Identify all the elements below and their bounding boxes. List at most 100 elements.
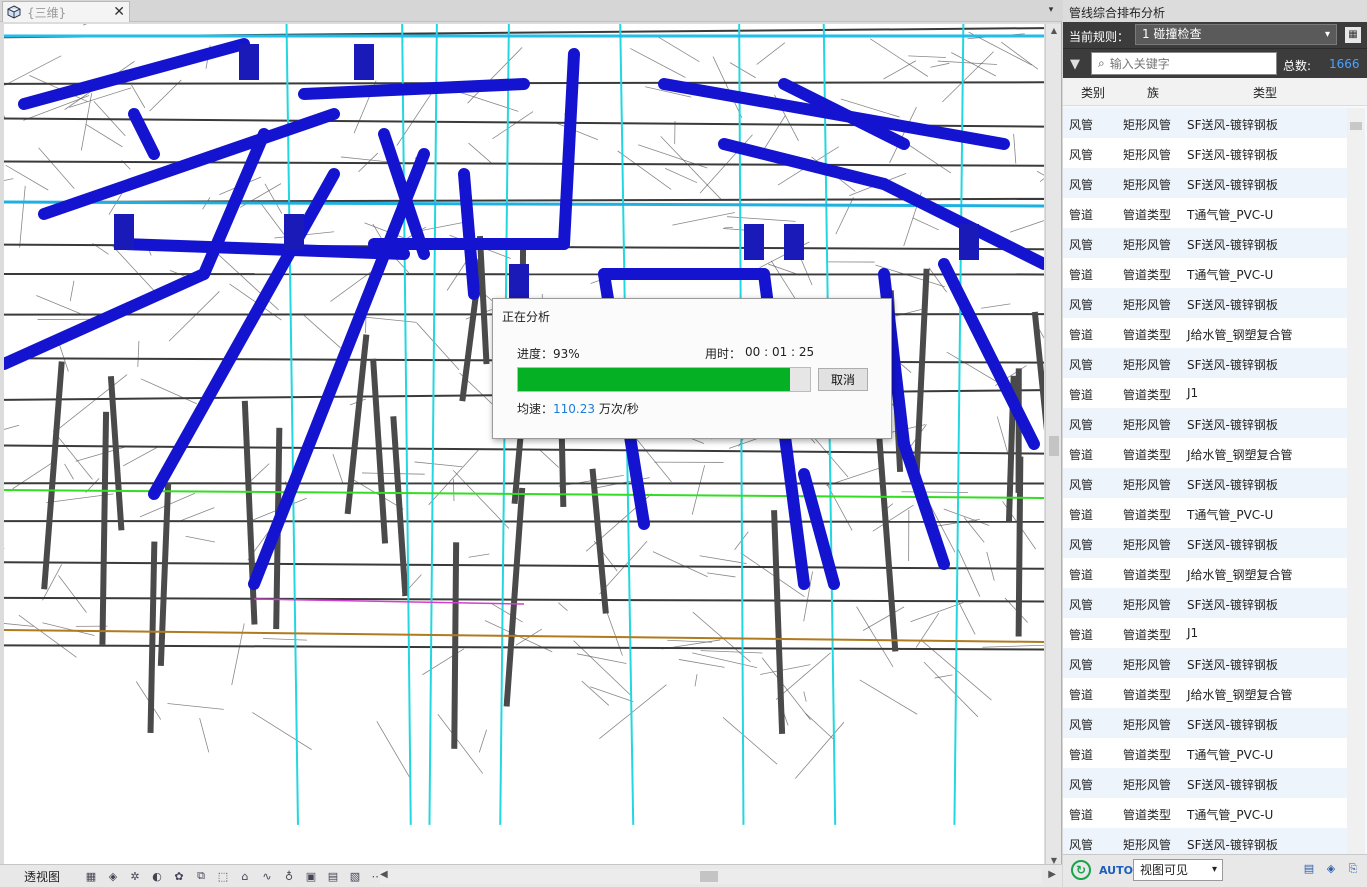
table-row[interactable]: 风管 矩形风管 SF送风-镀锌钢板 <box>1063 648 1347 678</box>
analysis-display-icon[interactable]: ▣ <box>302 869 320 883</box>
truss-member <box>19 185 26 248</box>
truss-member <box>761 657 811 720</box>
horizontal-scrollbar[interactable]: ◀ ▶ <box>380 869 1056 884</box>
elapsed-time-value: 00 : 01 : 25 <box>745 345 815 359</box>
table-row[interactable]: 风管 矩形风管 SF送风-镀锌钢板 <box>1063 528 1347 558</box>
keyword-search-input[interactable]: ⌕ 输入关键字 <box>1091 52 1277 75</box>
visual-style-icon[interactable]: ◈ <box>104 869 122 883</box>
table-row[interactable]: 风管 矩形风管 SF送风-镀锌钢板 <box>1063 108 1347 138</box>
table-row[interactable]: 风管 矩形风管 SF送风-镀锌钢板 <box>1063 828 1347 854</box>
table-row[interactable]: 风管 矩形风管 SF送风-镀锌钢板 <box>1063 768 1347 798</box>
3d-viewport[interactable] <box>4 24 1044 867</box>
table-row[interactable]: 管道 管道类型 T通气管_PVC-U <box>1063 258 1347 288</box>
truss-member <box>910 602 964 623</box>
table-row[interactable]: 风管 矩形风管 SF送风-镀锌钢板 <box>1063 708 1347 738</box>
lock-view-icon[interactable]: ⌂ <box>236 869 254 883</box>
truss-member <box>694 674 698 687</box>
table-row[interactable]: 风管 矩形风管 SF送风-镀锌钢板 <box>1063 288 1347 318</box>
table-row[interactable]: 管道 管道类型 J给水管_钢塑复合管 <box>1063 558 1347 588</box>
table-row[interactable]: 风管 矩形风管 SF送风-镀锌钢板 <box>1063 138 1347 168</box>
isolate-icon[interactable]: ▤ <box>1301 862 1317 878</box>
cell-category: 管道 <box>1069 808 1094 822</box>
truss-member <box>692 652 758 668</box>
sun-path-icon[interactable]: ✲ <box>126 869 144 883</box>
table-row[interactable]: 管道 管道类型 J给水管_钢塑复合管 <box>1063 438 1347 468</box>
truss-member <box>770 260 798 302</box>
list-scroll-thumb[interactable] <box>1350 122 1362 130</box>
filter-icon[interactable]: ▼ <box>1070 57 1080 72</box>
cell-family: 管道类型 <box>1123 448 1172 462</box>
chevron-down-icon[interactable]: ▾ <box>1046 5 1056 15</box>
cell-category: 风管 <box>1069 478 1094 492</box>
cancel-button[interactable]: 取消 <box>818 368 868 391</box>
duct-riser <box>959 224 979 260</box>
truss-member <box>617 150 672 190</box>
view-mode-label[interactable]: 透视图 <box>24 868 80 885</box>
table-row[interactable]: 风管 矩形风管 SF送风-镀锌钢板 <box>1063 468 1347 498</box>
scroll-up-icon[interactable]: ▲ <box>1049 26 1059 35</box>
table-row[interactable]: 风管 矩形风管 SF送风-镀锌钢板 <box>1063 228 1347 258</box>
cell-type: SF送风-镀锌钢板 <box>1187 718 1278 732</box>
truss-member <box>457 91 519 112</box>
cell-category: 管道 <box>1069 448 1094 462</box>
table-row[interactable]: 管道 管道类型 J1 <box>1063 378 1347 408</box>
truss-member <box>302 314 342 349</box>
rule-select-value: 1 碰撞检查 <box>1142 27 1202 41</box>
temp-hide-icon[interactable]: ∿ <box>258 869 276 883</box>
column <box>390 416 409 597</box>
select-elements-icon[interactable]: ◈ <box>1323 862 1339 878</box>
rule-select[interactable]: 1 碰撞检查 ▾ <box>1135 24 1337 45</box>
render-icon[interactable]: ✿ <box>170 869 188 883</box>
list-scrollbar[interactable] <box>1347 108 1365 854</box>
rule-settings-icon[interactable]: ▦ <box>1345 27 1361 43</box>
constraints-icon[interactable]: ▧ <box>346 869 364 883</box>
cell-category: 管道 <box>1069 328 1094 342</box>
visibility-select-value: 视图可见 <box>1140 863 1189 877</box>
search-icon: ⌕ <box>1098 56 1105 70</box>
cell-category: 风管 <box>1069 358 1094 372</box>
scroll-right-icon[interactable]: ▶ <box>1048 869 1056 880</box>
column-header-family[interactable]: 族 <box>1147 84 1159 101</box>
view-tab-3d[interactable]: {三维} ✕ <box>2 1 130 22</box>
table-row[interactable]: 管道 管道类型 T通气管_PVC-U <box>1063 738 1347 768</box>
crop-view-icon[interactable]: ⧉ <box>192 869 210 883</box>
truss-member <box>599 684 667 740</box>
scroll-left-icon[interactable]: ◀ <box>380 869 388 880</box>
table-row[interactable]: 管道 管道类型 T通气管_PVC-U <box>1063 198 1347 228</box>
visibility-select[interactable]: 视图可见 ▾ <box>1133 859 1223 881</box>
scroll-thumb[interactable] <box>1049 436 1059 456</box>
table-row[interactable]: 风管 矩形风管 SF送风-镀锌钢板 <box>1063 588 1347 618</box>
refresh-icon[interactable]: ↻ <box>1071 860 1091 880</box>
truss-member <box>492 111 534 140</box>
cell-family: 管道类型 <box>1123 808 1172 822</box>
column-header-type[interactable]: 类型 <box>1253 84 1277 101</box>
truss-member <box>263 638 307 641</box>
detail-level-icon[interactable]: ▦ <box>82 869 100 883</box>
table-row[interactable]: 管道 管道类型 J1 <box>1063 618 1347 648</box>
table-row[interactable]: 风管 矩形风管 SF送风-镀锌钢板 <box>1063 168 1347 198</box>
auto-toggle[interactable]: AUTO <box>1099 864 1133 877</box>
duct-blue <box>898 438 950 570</box>
cell-category: 管道 <box>1069 508 1094 522</box>
table-row[interactable]: 管道 管道类型 T通气管_PVC-U <box>1063 498 1347 528</box>
crop-region-icon[interactable]: ⬚ <box>214 869 232 883</box>
truss-member <box>52 430 93 480</box>
speed-value: 110.23 <box>553 402 596 416</box>
close-icon[interactable]: ✕ <box>113 4 125 20</box>
reveal-hidden-icon[interactable]: ♁ <box>280 869 298 883</box>
column-header-category[interactable]: 类别 <box>1081 84 1105 101</box>
hscroll-thumb[interactable] <box>700 871 718 882</box>
cell-category: 管道 <box>1069 388 1094 402</box>
beam <box>4 596 1044 603</box>
highlight-icon[interactable]: ▤ <box>324 869 342 883</box>
export-report-icon[interactable]: ⎘ <box>1345 862 1361 878</box>
cell-family: 矩形风管 <box>1123 178 1172 192</box>
table-row[interactable]: 管道 管道类型 J给水管_钢塑复合管 <box>1063 318 1347 348</box>
shadow-icon[interactable]: ◐ <box>148 869 166 883</box>
table-row[interactable]: 管道 管道类型 J给水管_钢塑复合管 <box>1063 678 1347 708</box>
table-row[interactable]: 风管 矩形风管 SF送风-镀锌钢板 <box>1063 348 1347 378</box>
vertical-scrollbar[interactable]: ▲ ▼ <box>1045 24 1061 867</box>
cell-category: 风管 <box>1069 118 1094 132</box>
table-row[interactable]: 管道 管道类型 T通气管_PVC-U <box>1063 798 1347 828</box>
table-row[interactable]: 风管 矩形风管 SF送风-镀锌钢板 <box>1063 408 1347 438</box>
